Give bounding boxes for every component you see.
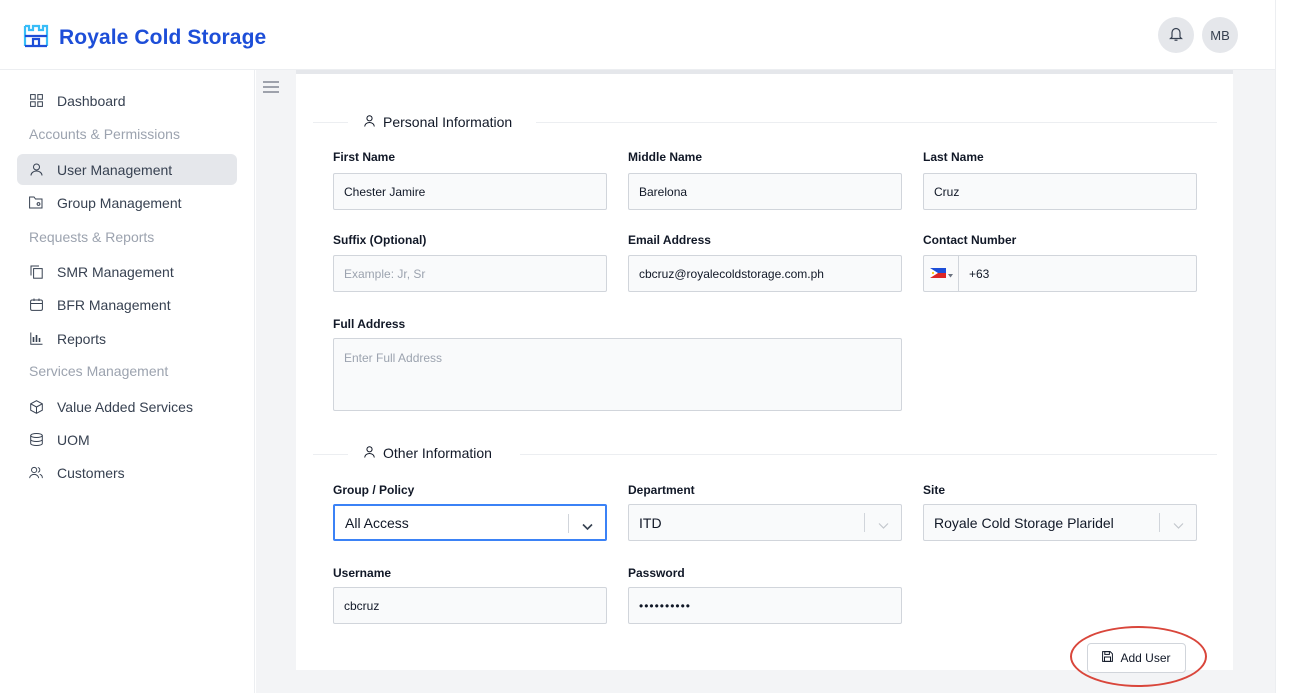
annotation-highlight-circle — [1070, 626, 1207, 687]
hamburger-icon[interactable] — [263, 80, 279, 94]
site-label: Site — [923, 483, 946, 497]
sidebar-item-dashboard[interactable]: Dashboard — [17, 85, 237, 116]
copy-icon — [29, 265, 43, 279]
castle-logo-icon — [23, 22, 49, 53]
middle-name-input[interactable]: Barelona — [628, 173, 902, 210]
last-name-input[interactable]: Cruz — [923, 173, 1197, 210]
group-policy-value: All Access — [345, 514, 409, 531]
top-bar: Royale Cold Storage MB — [0, 0, 1275, 70]
section-personal-information: Personal Information — [364, 114, 512, 130]
contact-number-value: +63 — [969, 266, 990, 281]
department-select[interactable]: ITD — [628, 504, 902, 541]
user-icon — [364, 114, 375, 130]
select-separator — [568, 514, 569, 533]
sidebar-item-smr-management[interactable]: SMR Management — [17, 256, 237, 287]
select-separator — [864, 513, 865, 532]
site-value: Royale Cold Storage Plaridel — [934, 514, 1114, 531]
sidebar-item-reports[interactable]: Reports — [17, 323, 237, 354]
first-name-input[interactable]: Chester Jamire — [333, 173, 607, 210]
sidebar-section-requests: Requests & Reports — [29, 229, 155, 245]
department-value: ITD — [639, 514, 662, 531]
sidebar-item-group-management[interactable]: Group Management — [17, 187, 237, 218]
email-label: Email Address — [628, 233, 711, 247]
last-name-label: Last Name — [923, 150, 984, 164]
sidebar-item-user-management[interactable]: User Management — [17, 154, 237, 185]
middle-name-label: Middle Name — [628, 150, 703, 164]
chevron-down-icon[interactable] — [878, 517, 889, 533]
chevron-down-icon[interactable] — [582, 518, 593, 534]
app-title: Royale Cold Storage — [59, 25, 267, 49]
calendar-icon — [29, 298, 43, 312]
database-icon — [29, 433, 43, 447]
full-address-label: Full Address — [333, 317, 406, 331]
group-policy-label: Group / Policy — [333, 483, 415, 497]
first-name-label: First Name — [333, 150, 396, 164]
section-title: Personal Information — [383, 114, 513, 130]
sidebar-item-customers[interactable]: Customers — [17, 457, 237, 488]
divider — [313, 122, 348, 123]
bell-icon — [1169, 26, 1183, 45]
chevron-down-icon — [947, 267, 953, 281]
grid-icon — [29, 94, 43, 108]
sidebar-item-value-added-services[interactable]: Value Added Services — [17, 391, 237, 422]
sidebar-item-label: Customers — [57, 464, 125, 481]
notification-button[interactable] — [1158, 17, 1194, 53]
contact-number-label: Contact Number — [923, 233, 1017, 247]
section-other-information: Other Information — [364, 445, 492, 461]
philippines-flag-icon — [929, 267, 946, 281]
sidebar-item-label: BFR Management — [57, 296, 171, 313]
sidebar-item-label: Reports — [57, 330, 107, 347]
sidebar-item-label: Group Management — [57, 194, 182, 211]
sidebar-item-label: UOM — [57, 431, 90, 448]
cube-icon — [29, 399, 43, 414]
bar-chart-icon — [29, 332, 43, 346]
full-address-input[interactable]: Enter Full Address — [333, 338, 902, 411]
select-separator — [1159, 513, 1160, 532]
username-label: Username — [333, 566, 392, 580]
section-title: Other Information — [383, 445, 492, 461]
sidebar-item-label: User Management — [57, 161, 173, 178]
divider — [313, 454, 348, 455]
department-label: Department — [628, 483, 695, 497]
user-icon — [364, 445, 375, 461]
divider — [536, 122, 1217, 123]
sidebar-item-bfr-management[interactable]: BFR Management — [17, 289, 237, 320]
site-select[interactable]: Royale Cold Storage Plaridel — [923, 504, 1197, 541]
divider — [520, 454, 1217, 455]
email-input[interactable]: cbcruz@royalecoldstorage.com.ph — [628, 255, 902, 292]
chevron-down-icon[interactable] — [1173, 517, 1184, 533]
password-input[interactable]: •••••••••• — [628, 587, 902, 624]
suffix-input[interactable]: Example: Jr, Sr — [333, 255, 607, 292]
sidebar-item-label: Value Added Services — [57, 398, 193, 415]
username-input[interactable]: cbcruz — [333, 587, 607, 624]
sidebar-section-services: Services Management — [29, 363, 169, 379]
users-icon — [29, 466, 43, 480]
right-edge — [1275, 0, 1293, 693]
suffix-label: Suffix (Optional) — [333, 233, 427, 247]
sidebar-item-uom[interactable]: UOM — [17, 424, 237, 455]
brand[interactable]: Royale Cold Storage — [23, 22, 266, 53]
contact-number-input[interactable]: +63 — [923, 255, 1197, 292]
user-icon — [29, 163, 43, 177]
folder-user-icon — [29, 196, 43, 210]
sidebar-item-label: SMR Management — [57, 263, 174, 280]
password-label: Password — [628, 566, 685, 580]
group-policy-select[interactable]: All Access — [333, 504, 607, 541]
sidebar-item-label: Dashboard — [57, 92, 126, 109]
avatar[interactable]: MB — [1202, 17, 1238, 53]
sidebar-section-accounts: Accounts & Permissions — [29, 126, 180, 142]
country-code-selector[interactable] — [924, 256, 959, 291]
